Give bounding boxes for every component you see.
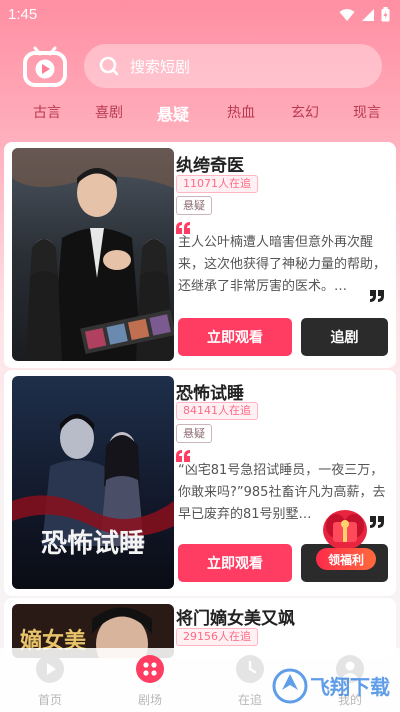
drama-title[interactable]: 恐怖试睡	[176, 379, 244, 404]
drama-poster[interactable]: 恐怖试睡	[12, 376, 174, 589]
search-placeholder: 搜索短剧	[130, 57, 191, 76]
drama-poster[interactable]	[12, 148, 174, 361]
clock-icon	[236, 655, 264, 683]
claim-bonus-button[interactable]: 领福利	[316, 548, 376, 570]
tab-xuanhuan[interactable]: 玄幻	[291, 102, 319, 122]
genre-tag: 悬疑	[176, 424, 212, 443]
tab-rexue[interactable]: 热血	[227, 102, 255, 122]
battery-icon	[381, 7, 390, 22]
followers-badge: 84141人在追	[176, 402, 258, 420]
nav-label: 首页	[37, 693, 62, 707]
nav-label: 在追	[237, 693, 262, 707]
genre-tag: 悬疑	[176, 196, 212, 215]
category-tabs: 古言 喜剧 悬疑 热血 玄幻 现言	[0, 102, 400, 128]
status-time: 1:45	[8, 6, 38, 23]
tab-xiju[interactable]: 喜剧	[95, 102, 123, 122]
home-play-icon	[36, 655, 64, 683]
status-bar: 1:45	[0, 0, 400, 30]
nav-theater[interactable]: 剧场	[120, 654, 180, 708]
search-icon	[99, 56, 119, 76]
signal-icon	[362, 8, 374, 21]
drama-card[interactable]: 纨绔奇医 11071人在追 悬疑 主人公叶楠遭人暗害但意外再次醒来，这次他获得了…	[4, 142, 396, 368]
app-logo-icon[interactable]	[22, 44, 68, 88]
tab-guyan[interactable]: 古言	[33, 102, 61, 122]
drama-description: 主人公叶楠遭人暗害但意外再次醒来，这次他获得了神秘力量的帮助，还继承了非常厉害的…	[178, 235, 386, 294]
drama-title[interactable]: 将门嫡女美又飒	[176, 604, 295, 629]
tab-xianyan[interactable]: 现言	[353, 102, 381, 122]
search-input[interactable]: 搜索短剧	[84, 44, 382, 88]
tab-xuanyi[interactable]: 悬疑	[157, 101, 189, 125]
watch-now-button[interactable]: 立即观看	[178, 544, 292, 582]
follow-button[interactable]: 追剧	[301, 318, 388, 356]
theater-icon	[136, 655, 164, 683]
nav-home[interactable]: 首页	[20, 654, 80, 708]
nav-following[interactable]: 在追	[220, 654, 280, 708]
nav-label: 剧场	[137, 693, 162, 707]
followers-badge: 11071人在追	[176, 175, 258, 193]
watermark-logo: 飞翔下载	[272, 668, 390, 704]
followers-badge: 29156人在追	[176, 628, 258, 646]
watch-now-button[interactable]: 立即观看	[178, 318, 292, 356]
drama-title[interactable]: 纨绔奇医	[176, 151, 244, 176]
status-icons	[339, 7, 390, 22]
quote-close-icon	[370, 290, 384, 302]
watermark-text: 飞翔下载	[310, 675, 390, 699]
wifi-icon	[339, 8, 355, 21]
poster-title: 恐怖试睡	[41, 528, 145, 559]
